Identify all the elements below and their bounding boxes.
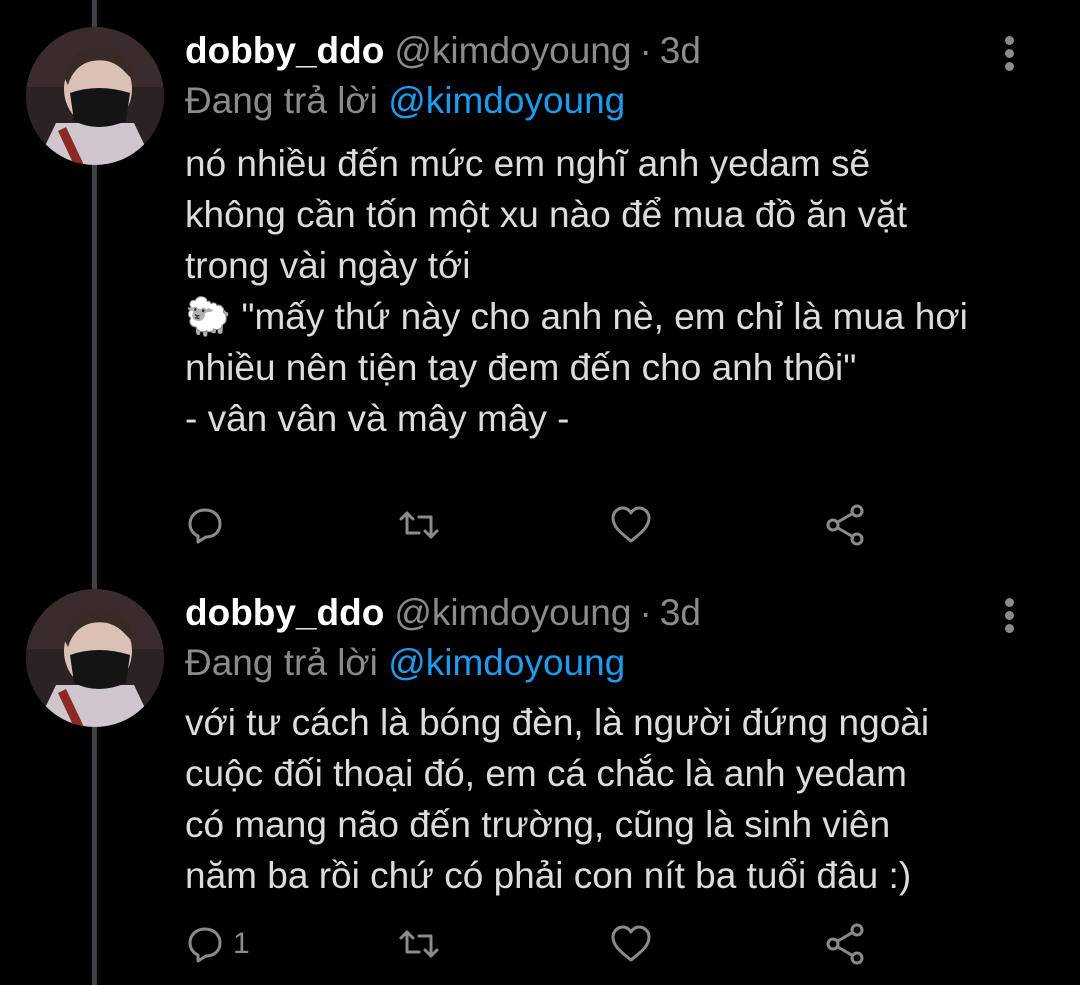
user-handle[interactable]: @kimdoyoung [394, 30, 631, 72]
tweet-text-line: 🐑 "mấy thứ này cho anh nè, em chỉ là mua… [185, 296, 968, 337]
more-vertical-icon[interactable] [998, 36, 1022, 72]
reply-count: 1 [233, 927, 250, 960]
tweet-text: nó nhiều đến mức em nghĩ anh yedam sẽ kh… [185, 138, 1055, 444]
tweet-text-line: nhiều nên tiện tay đem đến cho anh thôi" [185, 347, 857, 388]
reply-icon [188, 508, 222, 544]
like-button[interactable] [609, 503, 653, 547]
tweet-text-line: nó nhiều đến mức em nghĩ anh yedam sẽ [185, 143, 871, 184]
reply-icon [188, 927, 222, 963]
display-name[interactable]: dobby_ddo [185, 30, 384, 72]
replying-prefix: Đang trả lời [185, 80, 378, 121]
avatar[interactable] [26, 27, 164, 165]
user-handle[interactable]: @kimdoyoung [394, 592, 631, 634]
share-button[interactable] [823, 922, 867, 966]
separator-dot: · [639, 592, 652, 633]
tweet[interactable]: dobby_ddo @kimdoyoung · 3d Đang trả lời … [0, 570, 1080, 985]
tweet-text-line: với tư cách là bóng đèn, là người đứng n… [185, 702, 930, 743]
tweet[interactable]: dobby_ddo @kimdoyoung · 3d Đang trả lời … [0, 0, 1080, 570]
like-icon [611, 506, 651, 543]
replying-prefix: Đang trả lời [185, 642, 378, 683]
retweet-button[interactable] [397, 503, 441, 547]
more-vertical-icon[interactable] [998, 598, 1022, 634]
tweet-text-line: có mang não đến trường, cũng là sinh viê… [185, 804, 891, 845]
share-button[interactable] [823, 503, 867, 547]
tweet-header: dobby_ddo @kimdoyoung · 3d [185, 592, 701, 642]
tweet-text-line: năm ba rồi chứ có phải con nít ba tuổi đ… [185, 855, 912, 896]
like-button[interactable] [609, 922, 653, 966]
separator-dot: · [639, 30, 652, 71]
tweet-actions: 1 [185, 922, 885, 966]
like-icon [611, 925, 651, 962]
replying-to: Đang trả lời @kimdoyoung [185, 642, 625, 684]
tweet-text-line: - vân vân và mây mây - [185, 398, 570, 439]
reply-button[interactable]: 1 [185, 922, 250, 966]
mention-link[interactable]: @kimdoyoung [388, 80, 625, 121]
tweet-text: với tư cách là bóng đèn, là người đứng n… [185, 697, 1055, 901]
share-icon [826, 504, 864, 546]
tweet-text-line: cuộc đối thoại đó, em cá chắc là anh yed… [185, 753, 907, 794]
mention-link[interactable]: @kimdoyoung [388, 642, 625, 683]
retweet-icon [399, 930, 439, 958]
replying-to: Đang trả lời @kimdoyoung [185, 80, 625, 122]
tweet-text-line: trong vài ngày tới [185, 245, 471, 286]
timestamp[interactable]: 3d [660, 592, 701, 634]
tweet-text-line: không cần tốn một xu nào để mua đồ ăn vặ… [185, 194, 907, 235]
tweet-actions [185, 503, 885, 547]
display-name[interactable]: dobby_ddo [185, 592, 384, 634]
reply-button[interactable] [185, 503, 233, 547]
retweet-icon [399, 511, 439, 539]
avatar[interactable] [26, 589, 164, 727]
tweet-header: dobby_ddo @kimdoyoung · 3d [185, 30, 701, 80]
share-icon [826, 923, 864, 965]
timestamp[interactable]: 3d [660, 30, 701, 72]
retweet-button[interactable] [397, 922, 441, 966]
